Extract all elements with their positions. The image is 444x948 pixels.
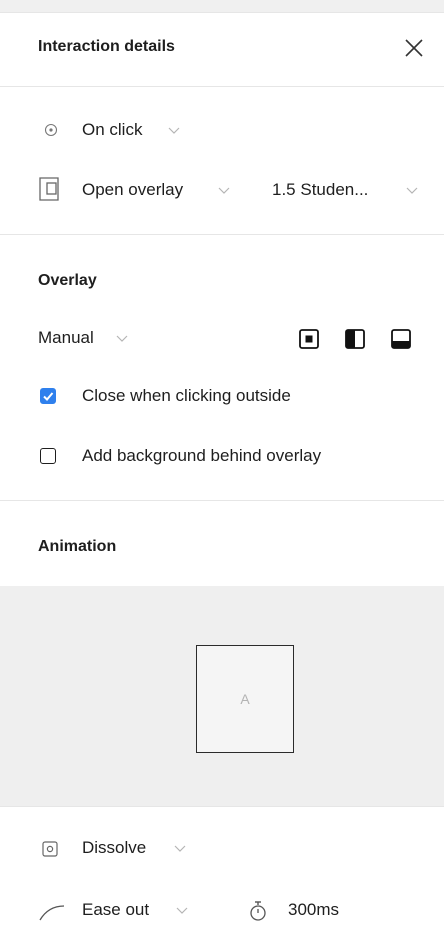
easing-label: Ease out — [82, 900, 150, 919]
align-center-button[interactable] — [298, 328, 320, 350]
chevron-down-icon — [174, 845, 186, 853]
preview-frame: A — [196, 645, 294, 753]
interaction-details-panel: Interaction details On click Open overla… — [0, 0, 444, 948]
animation-type-label: Dissolve — [82, 838, 147, 857]
chevron-down-icon — [116, 335, 128, 343]
close-outside-checkbox[interactable] — [40, 388, 56, 404]
trigger-label: On click — [82, 120, 143, 139]
divider — [0, 500, 444, 501]
close-outside-label: Close when clicking outside — [82, 386, 291, 405]
checkmark-icon — [43, 392, 54, 401]
align-bottom-icon — [391, 329, 411, 349]
divider — [0, 806, 444, 807]
dissolve-icon — [42, 841, 58, 857]
ease-curve-icon — [39, 905, 65, 921]
chevron-down-icon — [406, 187, 418, 195]
chevron-down-icon — [176, 907, 188, 915]
add-background-option[interactable]: Add background behind overlay — [38, 444, 408, 470]
align-left-icon — [345, 329, 365, 349]
chevron-down-icon — [168, 127, 180, 135]
animation-type-dropdown[interactable]: Dissolve — [38, 836, 198, 862]
trigger-dropdown[interactable]: On click — [38, 118, 198, 144]
close-outside-option[interactable]: Close when clicking outside — [38, 384, 378, 410]
add-background-checkbox[interactable] — [40, 448, 56, 464]
top-strip — [0, 0, 444, 13]
duration-value: 300ms — [288, 900, 340, 919]
action-label: Open overlay — [82, 180, 184, 199]
chevron-down-icon — [218, 187, 230, 195]
align-left-button[interactable] — [344, 328, 366, 350]
align-bottom-button[interactable] — [390, 328, 412, 350]
panel-title: Interaction details — [38, 38, 175, 55]
preview-frame-label: A — [240, 691, 250, 707]
overlay-position-label: Manual — [38, 328, 94, 347]
open-overlay-icon — [39, 177, 59, 201]
easing-dropdown[interactable]: Ease out — [38, 898, 198, 924]
animation-section-title: Animation — [38, 538, 117, 555]
close-button[interactable] — [400, 34, 428, 62]
align-center-icon — [299, 329, 319, 349]
overlay-section-title: Overlay — [38, 272, 97, 289]
divider — [0, 234, 444, 235]
timer-icon — [250, 901, 266, 921]
action-dropdown[interactable]: Open overlay — [38, 174, 238, 204]
add-background-label: Add background behind overlay — [82, 446, 322, 465]
overlay-position-dropdown[interactable]: Manual — [38, 326, 148, 352]
close-icon — [405, 39, 423, 57]
divider — [0, 86, 444, 87]
destination-dropdown[interactable]: 1.5 Studen... — [272, 174, 422, 204]
trigger-icon — [44, 123, 58, 137]
duration-field[interactable]: 300ms — [248, 898, 378, 924]
destination-label: 1.5 Studen... — [272, 180, 369, 199]
